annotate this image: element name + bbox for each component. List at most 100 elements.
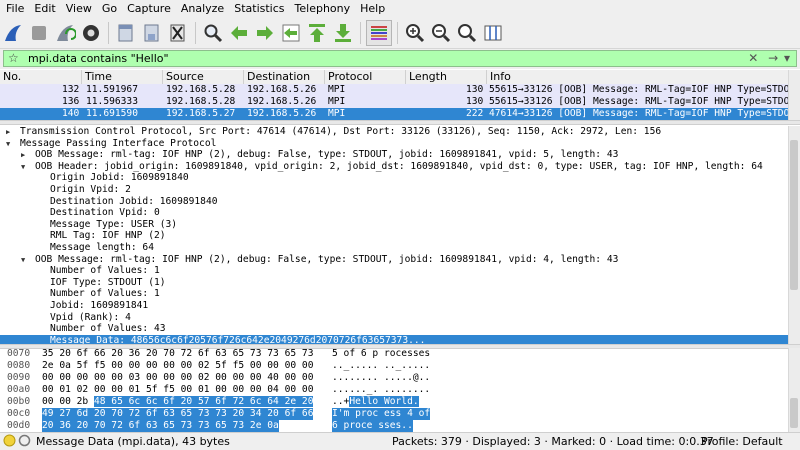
go-forward-icon[interactable] xyxy=(253,21,277,45)
col-header-protocol[interactable]: Protocol xyxy=(325,70,406,84)
packet-row[interactable]: 136 11.596333 192.168.5.28 192.168.5.26 … xyxy=(0,96,795,108)
hex-bytes-highlighted[interactable]: 20 36 20 70 72 6f 63 65 73 73 65 73 2e 0… xyxy=(42,420,279,432)
packet-row[interactable]: 132 11.591967 192.168.5.28 192.168.5.26 … xyxy=(0,84,795,96)
go-back-icon[interactable] xyxy=(227,21,251,45)
menu-telephony[interactable]: Telephony xyxy=(289,2,355,15)
detail-row[interactable]: Number of Values: 1 xyxy=(0,265,789,277)
capture-options-icon[interactable] xyxy=(79,21,103,45)
menu-help[interactable]: Help xyxy=(354,2,389,15)
shark-fin-start-icon[interactable] xyxy=(1,21,25,45)
main-toolbar xyxy=(0,17,800,49)
detail-row[interactable]: Message Type: USER (3) xyxy=(0,219,789,231)
first-packet-icon[interactable] xyxy=(305,21,329,45)
packet-row-selected[interactable]: 140 11.691590 192.168.5.27 192.168.5.26 … xyxy=(0,108,795,120)
scrollbar-thumb[interactable] xyxy=(790,140,798,290)
resize-columns-icon[interactable] xyxy=(481,21,505,45)
scrollbar-thumb[interactable] xyxy=(790,398,798,428)
expanded-arrow-icon[interactable]: ▼ xyxy=(6,138,10,150)
expert-info-icon[interactable] xyxy=(3,434,16,450)
hex-bytes[interactable]: 00 00 2b 48 65 6c 6c 6f 20 57 6f 72 6c 6… xyxy=(42,396,314,408)
menu-edit[interactable]: Edit xyxy=(28,2,59,15)
detail-row[interactable]: ▶ OOB Message: rml-tag: IOF HNP (2), debu… xyxy=(0,149,789,161)
hex-bytes-highlighted: 48 65 6c 6c 6f 20 57 6f 72 6c 64 2e 20 xyxy=(93,396,314,407)
clear-filter-icon[interactable]: ✕ xyxy=(748,51,758,65)
packet-destination: 192.168.5.26 xyxy=(247,96,317,107)
detail-row[interactable]: IOF Type: STDOUT (1) xyxy=(0,277,789,289)
apply-filter-icon[interactable]: → xyxy=(768,51,778,65)
close-file-icon[interactable] xyxy=(166,21,190,45)
col-header-length[interactable]: Length xyxy=(406,70,487,84)
restart-capture-icon[interactable] xyxy=(53,21,77,45)
hex-bytes[interactable]: 35 20 6f 66 20 36 20 70 72 6f 63 65 73 7… xyxy=(42,348,313,360)
menu-capture[interactable]: Capture xyxy=(121,2,175,15)
packet-no: 140 xyxy=(62,108,80,119)
ascii-highlighted[interactable]: I'm proc ess 4 of xyxy=(332,408,431,420)
normal-size-icon[interactable] xyxy=(455,21,479,45)
packet-bytes-pane: 0070 35 20 6f 66 20 36 20 70 72 6f 63 65… xyxy=(0,348,789,432)
collapsed-arrow-icon[interactable]: ▶ xyxy=(6,126,10,138)
detail-row[interactable]: Number of Values: 1 xyxy=(0,288,789,300)
hex-ascii[interactable]: ......_. ........ xyxy=(332,384,430,396)
profile-label[interactable]: Profile: Default xyxy=(701,435,783,448)
menu-view[interactable]: View xyxy=(60,2,96,15)
ascii-highlighted[interactable]: 6 proce sses.. xyxy=(332,420,413,432)
colorize-icon[interactable] xyxy=(366,19,392,46)
detail-row[interactable]: Message length: 64 xyxy=(0,242,789,254)
menu-go[interactable]: Go xyxy=(96,2,121,15)
detail-row[interactable]: Destination Jobid: 1609891840 xyxy=(0,196,789,208)
col-header-source[interactable]: Source xyxy=(163,70,244,84)
detail-row[interactable]: Number of Values: 43 xyxy=(0,323,789,335)
detail-row[interactable]: Origin Vpid: 2 xyxy=(0,184,789,196)
filter-text[interactable]: mpi.data contains "Hello" xyxy=(28,52,169,65)
detail-row[interactable]: Vpid (Rank): 4 xyxy=(0,312,789,324)
filter-dropdown-icon[interactable]: ▾ xyxy=(784,51,790,65)
status-bar: Message Data (mpi.data), 43 bytes Packet… xyxy=(0,432,800,450)
detail-row[interactable]: ▼ OOB Header: jobid_origin: 1609891840, v… xyxy=(0,161,789,173)
go-to-packet-icon[interactable] xyxy=(279,21,303,45)
detail-text: Message length: 64 xyxy=(50,242,154,253)
menu-statistics[interactable]: Statistics xyxy=(228,2,288,15)
hex-ascii[interactable]: ..+Hello World. xyxy=(332,396,419,408)
zoom-out-icon[interactable] xyxy=(429,21,453,45)
status-message: Message Data (mpi.data), 43 bytes xyxy=(36,435,230,448)
detail-row[interactable]: Jobid: 1609891841 xyxy=(0,300,789,312)
packet-details-tree: ▶ Transmission Control Protocol, Src Port… xyxy=(0,126,789,347)
open-file-icon[interactable] xyxy=(114,21,138,45)
save-file-icon[interactable] xyxy=(140,21,164,45)
pane-splitter[interactable] xyxy=(0,120,800,125)
packet-list-scrollbar[interactable] xyxy=(788,70,800,120)
detail-row[interactable]: ▶ Transmission Control Protocol, Src Port… xyxy=(0,126,789,138)
details-scrollbar[interactable] xyxy=(788,126,800,346)
capture-comments-icon[interactable] xyxy=(18,434,31,450)
col-header-destination[interactable]: Destination xyxy=(244,70,325,84)
col-header-no[interactable]: No. xyxy=(0,70,82,84)
hex-ascii[interactable]: .._..... .._..... xyxy=(332,360,430,372)
col-header-info[interactable]: Info xyxy=(487,70,800,84)
detail-row[interactable]: Origin Jobid: 1609891840 xyxy=(0,172,789,184)
expanded-arrow-icon[interactable]: ▼ xyxy=(21,161,25,173)
collapsed-arrow-icon[interactable]: ▶ xyxy=(21,149,25,161)
packet-length: 130 xyxy=(466,96,484,107)
hex-ascii[interactable]: ........ .....@.. xyxy=(332,372,430,384)
detail-row[interactable]: RML Tag: IOF HNP (2) xyxy=(0,230,789,242)
hex-bytes[interactable]: 2e 0a 5f f5 00 00 00 00 00 02 5f f5 00 0… xyxy=(42,360,313,372)
toolbar-separator xyxy=(195,21,196,44)
find-packet-icon[interactable] xyxy=(201,21,225,45)
stop-capture-icon[interactable] xyxy=(27,21,51,45)
detail-row[interactable]: ▼ Message Passing Interface Protocol xyxy=(0,138,789,150)
expanded-arrow-icon[interactable]: ▼ xyxy=(21,254,25,266)
hex-bytes[interactable]: 00 00 00 00 00 03 00 00 00 02 00 00 00 4… xyxy=(42,372,313,384)
last-packet-icon[interactable] xyxy=(331,21,355,45)
hex-bytes-highlighted[interactable]: 49 27 6d 20 70 72 6f 63 65 73 73 20 34 2… xyxy=(42,408,314,420)
detail-row[interactable]: Destination Vpid: 0 xyxy=(0,207,789,219)
hex-bytes[interactable]: 00 01 02 00 00 01 5f f5 00 01 00 00 00 0… xyxy=(42,384,313,396)
col-header-time[interactable]: Time xyxy=(82,70,163,84)
menu-file[interactable]: File xyxy=(0,2,28,15)
detail-row[interactable]: ▼ OOB Message: rml-tag: IOF HNP (2), debu… xyxy=(0,254,789,266)
menu-analyze[interactable]: Analyze xyxy=(175,2,228,15)
bookmark-icon[interactable]: ☆ xyxy=(8,51,19,65)
display-filter-input[interactable]: ☆ mpi.data contains "Hello" ✕ → ▾ xyxy=(3,50,797,67)
zoom-in-icon[interactable] xyxy=(403,21,427,45)
hex-ascii[interactable]: 5 of 6 p rocesses xyxy=(332,348,430,360)
bytes-scrollbar[interactable] xyxy=(788,348,800,432)
